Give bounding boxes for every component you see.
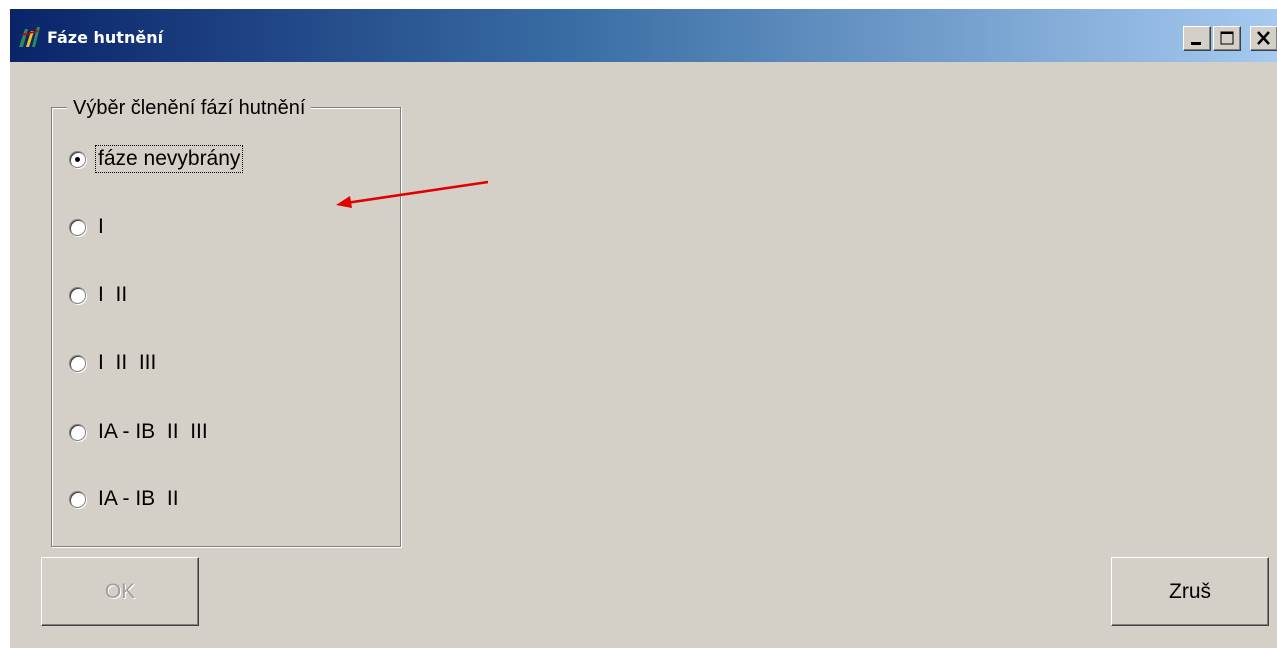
radio-label: IA - IB II bbox=[98, 487, 179, 510]
title-bar[interactable]: Fáze hutnění bbox=[10, 9, 1277, 62]
dialog-window: Fáze hutnění Výběr členění fází hutnění … bbox=[9, 8, 1277, 648]
radio-button[interactable] bbox=[69, 218, 86, 236]
maximize-button[interactable] bbox=[1213, 26, 1241, 51]
radio-button[interactable] bbox=[69, 490, 86, 508]
maximize-icon bbox=[1220, 31, 1234, 45]
radio-option-ia-ib-ii[interactable]: IA - IB II bbox=[69, 485, 181, 513]
groupbox-legend: Výběr členění fází hutnění bbox=[67, 97, 312, 119]
ok-button[interactable]: OK bbox=[41, 557, 199, 626]
close-button[interactable] bbox=[1250, 26, 1277, 51]
minimize-icon bbox=[1191, 42, 1201, 45]
app-icon bbox=[16, 25, 42, 49]
radio-label: I II III bbox=[98, 351, 157, 374]
radio-label: fáze nevybrány bbox=[94, 145, 244, 173]
radio-option-i-ii-iii[interactable]: I II III bbox=[69, 349, 158, 377]
radio-label: I II bbox=[98, 283, 128, 306]
annotation-arrow-icon bbox=[336, 180, 489, 208]
radio-option-i[interactable]: I bbox=[69, 213, 106, 241]
radio-label: IA - IB II III bbox=[98, 420, 208, 443]
cancel-button[interactable]: Zruš bbox=[1111, 557, 1269, 626]
radio-option-ia-ib-ii-iii[interactable]: IA - IB II III bbox=[69, 418, 210, 446]
radio-button-checked[interactable] bbox=[69, 150, 86, 168]
radio-button[interactable] bbox=[69, 286, 86, 304]
radio-button[interactable] bbox=[69, 354, 86, 372]
radio-option-none[interactable]: fáze nevybrány bbox=[69, 145, 244, 173]
window-title: Fáze hutnění bbox=[47, 28, 164, 47]
radio-label: I bbox=[98, 215, 104, 238]
radio-button[interactable] bbox=[69, 423, 86, 441]
radio-option-i-ii[interactable]: I II bbox=[69, 281, 129, 309]
minimize-button[interactable] bbox=[1183, 26, 1211, 51]
close-icon bbox=[1257, 31, 1270, 45]
